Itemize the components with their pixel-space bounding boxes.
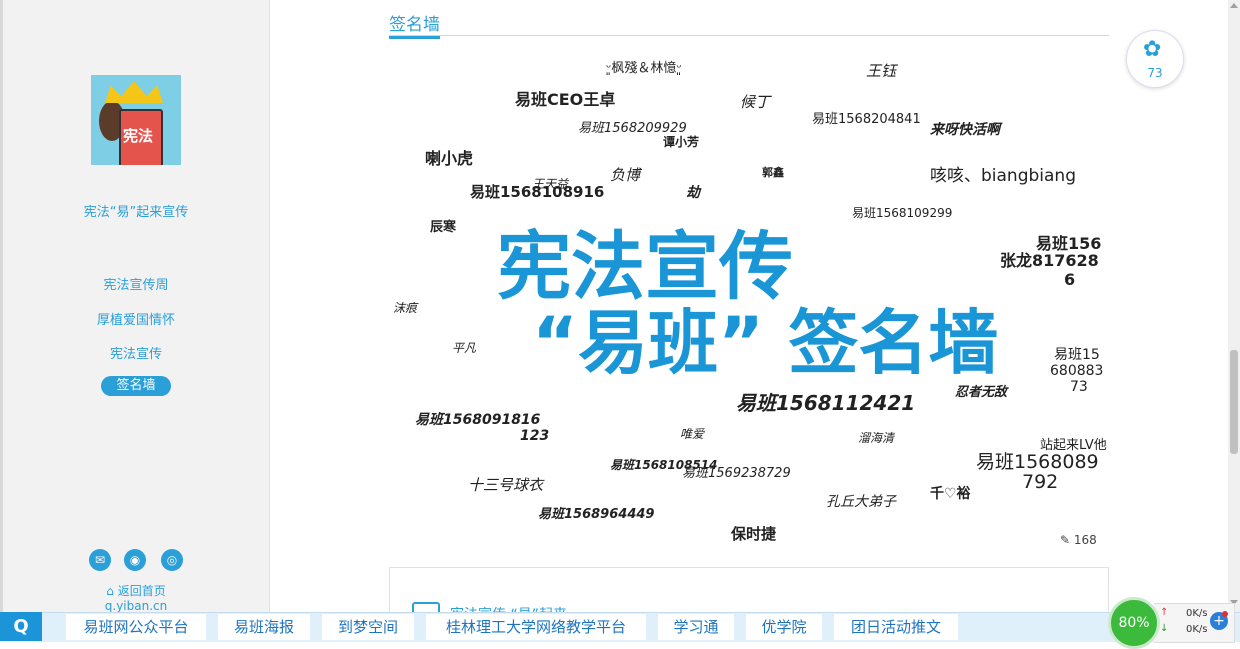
download-arrow-icon: ↓ (1160, 623, 1169, 634)
signature: 易班1568209929 (578, 121, 687, 136)
signature: 溜海清 (858, 431, 895, 445)
wall-title: 宪法宣传 (497, 224, 793, 310)
signature: 易班1568204841 (812, 112, 921, 127)
logo-text: 宪法 (123, 127, 154, 145)
signature: 123 (520, 428, 550, 444)
weibo-icon[interactable]: ◎ (161, 549, 183, 571)
domain-link[interactable]: q.yiban.cn (3, 599, 269, 613)
signature: 680883 (1050, 363, 1104, 379)
signature: ᵕ͈枫殘＆林憶ᵕ͈ (606, 61, 682, 76)
signature: 易班1568112421 (736, 391, 916, 415)
upload-arrow-icon: ↑ (1160, 607, 1169, 618)
signature: 候丁 (740, 93, 771, 111)
signature: 劫 (686, 185, 700, 201)
sidebar: 宪法 宪法“易”起来宣传 宪法宣传周 厚植爱国情怀 宪法宣传 签名墙 ✉ ◉ ◎… (3, 0, 270, 614)
signature: 千♡裕 (930, 486, 971, 502)
like-button[interactable]: ✿ 73 (1126, 30, 1184, 88)
nav-item-patriotism[interactable]: 厚植爱国情怀 (3, 309, 269, 328)
bookmark-link[interactable]: 易班海报 (218, 614, 310, 640)
nav-item-promotion[interactable]: 宪法宣传 (3, 343, 269, 362)
crown-icon (105, 81, 163, 103)
signature: 易班1568964449 (538, 507, 655, 522)
signature: 王钰 (866, 62, 897, 80)
signature: 喇小虎 (425, 149, 474, 168)
signature: 忍者无敌 (955, 385, 1008, 400)
signature: 易班CEO王卓 (515, 90, 616, 109)
bookmark-link[interactable]: 优学院 (746, 614, 822, 640)
signature: 孔丘大弟子 (826, 494, 896, 510)
signature: 易班1569238729 (682, 466, 791, 481)
signature: 咳咳、biangbiang (930, 166, 1076, 186)
memory-usage[interactable]: 80% (1108, 597, 1160, 649)
home-link-label: 返回首页 (117, 584, 166, 598)
signature: 易班1568089 (976, 451, 1099, 473)
signature: 来呀快活啊 (930, 122, 1000, 138)
pen-icon: ✎ (1060, 533, 1074, 547)
signature: 保时捷 (731, 525, 777, 543)
signature: 易班15 (1054, 347, 1100, 363)
nav-item-signature-wall[interactable]: 签名墙 (101, 376, 171, 396)
signature: 792 (1022, 471, 1059, 493)
signature: 唯爱 (680, 427, 705, 441)
signature: 沫痕 (393, 301, 418, 315)
signature: 73 (1070, 379, 1088, 395)
scroll-up-arrow-icon[interactable] (1230, 3, 1238, 8)
email-icon[interactable]: ✉ (89, 549, 111, 571)
scrollbar-thumb[interactable] (1230, 350, 1238, 454)
bookmark-link[interactable]: 桂林理工大学网络教学平台 (426, 614, 646, 640)
signature: 平凡 (452, 341, 477, 355)
download-speed: 0K/s (1186, 624, 1208, 635)
scrollbar[interactable] (1228, 0, 1240, 612)
upload-speed: 0K/s (1186, 608, 1208, 619)
signature: 易班1568109299 (852, 206, 953, 220)
section-divider (389, 35, 1109, 36)
signature-count: ✎ 168 (1060, 533, 1097, 547)
signature: 易班156 (1036, 234, 1102, 253)
bookmark-link[interactable]: 团日活动推文 (834, 614, 958, 640)
signature: 易班1568108916 (470, 183, 605, 201)
signature: 辰寒 (430, 220, 457, 235)
signature: 张龙817628 (1000, 251, 1099, 270)
signature: 谭小芳 (663, 135, 700, 149)
signature: 十三号球衣 (468, 476, 544, 494)
signature-count-value: 168 (1073, 533, 1097, 547)
flower-icon: ✿ (1143, 37, 1162, 62)
bookmark-link[interactable]: 易班网公众平台 (66, 614, 206, 640)
signature: 易班1568091816 (415, 412, 541, 428)
signature: 郭鑫 (762, 166, 784, 179)
wall-subtitle: “易班” 签名墙 (532, 302, 999, 384)
bookmark-link[interactable]: 到梦空间 (322, 614, 414, 640)
nav-item-week[interactable]: 宪法宣传周 (3, 274, 269, 293)
bookmark-link[interactable]: 学习通 (658, 614, 734, 640)
like-count: 73 (1147, 66, 1163, 80)
wechat-icon[interactable]: ◉ (124, 549, 146, 571)
site-logo[interactable]: 宪法 (91, 75, 181, 165)
home-icon: ⌂ (106, 584, 118, 598)
signature: 6 (1064, 270, 1076, 289)
signature: 负博 (610, 166, 641, 184)
search-icon[interactable]: Q (0, 612, 42, 641)
notification-dot (1222, 611, 1228, 617)
site-title[interactable]: 宪法“易”起来宣传 (3, 201, 269, 220)
home-link[interactable]: ⌂ 返回首页 (3, 582, 269, 599)
